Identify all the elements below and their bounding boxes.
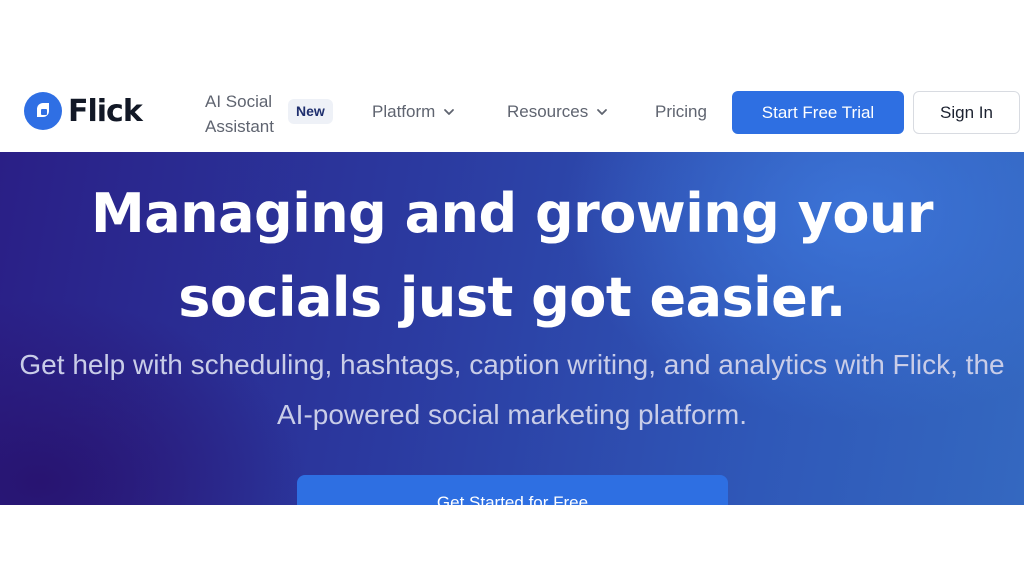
hero-subtitle: Get help with scheduling, hashtags, capt…	[19, 349, 1005, 430]
nav-pricing-link[interactable]: Pricing	[655, 100, 707, 124]
get-started-label: Get Started for Free	[436, 493, 589, 505]
new-badge: New	[288, 99, 333, 124]
get-started-button[interactable]: Get Started for Free	[297, 475, 728, 505]
start-free-trial-button[interactable]: Start Free Trial	[732, 91, 904, 134]
hero-title: Managing and growing your socials just g…	[90, 182, 934, 329]
chevron-down-icon	[597, 109, 608, 115]
nav-platform-label: Platform	[372, 102, 436, 121]
flick-logo[interactable]: Flick	[24, 92, 143, 130]
top-navbar: Flick AI Social Assistant New Platform R…	[0, 72, 1024, 152]
chevron-down-icon	[444, 109, 455, 115]
nav-platform-dropdown[interactable]: Platform	[372, 100, 455, 124]
hero-section: Managing and growing your socials just g…	[0, 152, 1024, 505]
nav-pricing-label: Pricing	[655, 102, 707, 121]
sign-in-button[interactable]: Sign In	[913, 91, 1020, 134]
nav-ai-social-assistant[interactable]: AI Social Assistant	[205, 89, 285, 139]
nav-resources-dropdown[interactable]: Resources	[507, 100, 608, 124]
brand-name: Flick	[68, 93, 143, 129]
page-frame: Flick AI Social Assistant New Platform R…	[0, 0, 1024, 576]
nav-resources-label: Resources	[507, 102, 589, 121]
flick-logo-icon	[24, 92, 62, 130]
